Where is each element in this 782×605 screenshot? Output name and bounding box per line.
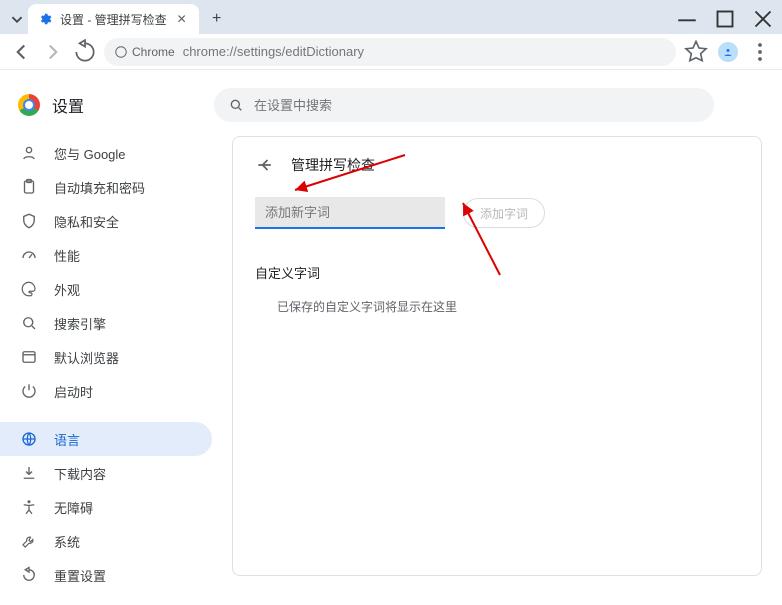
- search-icon: [228, 97, 244, 113]
- settings-search-input[interactable]: [254, 98, 700, 113]
- sidebar-item-clipboard[interactable]: 自动填充和密码: [0, 170, 212, 204]
- accessibility-icon: [20, 498, 38, 516]
- page-back-button[interactable]: [255, 155, 275, 175]
- sidebar-item-shield[interactable]: 隐私和安全: [0, 204, 212, 238]
- new-tab-button[interactable]: +: [205, 7, 229, 31]
- browser-icon: [20, 348, 38, 366]
- add-word-button[interactable]: 添加字词: [463, 198, 545, 228]
- palette-icon: [20, 280, 38, 298]
- page-title: 管理拼写检查: [291, 155, 375, 175]
- kebab-menu-icon[interactable]: [746, 38, 774, 66]
- sidebar-item-label: 自动填充和密码: [54, 178, 145, 197]
- sidebar-item-label: 性能: [54, 246, 80, 265]
- sidebar-item-label: 您与 Google: [54, 144, 126, 163]
- close-tab-icon[interactable]: ✕: [175, 12, 189, 26]
- maximize-button[interactable]: [706, 4, 744, 34]
- bookmark-star-icon[interactable]: [682, 38, 710, 66]
- sidebar-item-accessibility[interactable]: 无障碍: [0, 490, 212, 524]
- address-bar: Chrome chrome://settings/editDictionary: [0, 34, 782, 70]
- sidebar-item-label: 系统: [54, 532, 80, 551]
- avatar-icon: [718, 42, 738, 62]
- sidebar-item-label: 启动时: [54, 382, 93, 401]
- power-icon: [20, 382, 38, 400]
- speed-icon: [20, 246, 38, 264]
- sidebar-item-label: 外观: [54, 280, 80, 299]
- site-chip-label: Chrome: [132, 45, 175, 59]
- close-window-button[interactable]: [744, 4, 782, 34]
- settings-title: 设置: [52, 93, 84, 117]
- sidebar-item-label: 无障碍: [54, 498, 93, 517]
- download-icon: [20, 464, 38, 482]
- settings-search[interactable]: [214, 88, 714, 122]
- custom-words-label: 自定义字词: [255, 263, 739, 282]
- sidebar-item-download[interactable]: 下载内容: [0, 456, 212, 490]
- search-icon: [20, 314, 38, 332]
- reload-button[interactable]: [72, 39, 98, 65]
- person-icon: [20, 144, 38, 162]
- url-text: chrome://settings/editDictionary: [183, 44, 364, 59]
- browser-tab[interactable]: 设置 - 管理拼写检查 ✕: [28, 4, 199, 34]
- sidebar-item-label: 隐私和安全: [54, 212, 119, 231]
- window-titlebar: 设置 - 管理拼写检查 ✕ +: [0, 0, 782, 34]
- forward-button[interactable]: [40, 39, 66, 65]
- omnibox[interactable]: Chrome chrome://settings/editDictionary: [104, 38, 676, 66]
- sidebar-item-wrench[interactable]: 系统: [0, 524, 212, 558]
- back-button[interactable]: [8, 39, 34, 65]
- dictionary-card: 管理拼写检查 添加字词 自定义字词 已保存的自定义字词将显示在这里: [232, 136, 762, 576]
- settings-main: 管理拼写检查 添加字词 自定义字词 已保存的自定义字词将显示在这里: [212, 70, 782, 605]
- sidebar-item-reset[interactable]: 重置设置: [0, 558, 212, 592]
- sidebar-item-palette[interactable]: 外观: [0, 272, 212, 306]
- sidebar-item-speed[interactable]: 性能: [0, 238, 212, 272]
- reset-icon: [20, 566, 38, 584]
- sidebar-item-globe[interactable]: 语言: [0, 422, 212, 456]
- sidebar-item-search[interactable]: 搜索引擎: [0, 306, 212, 340]
- empty-message: 已保存的自定义字词将显示在这里: [255, 298, 739, 315]
- clipboard-icon: [20, 178, 38, 196]
- chrome-logo-icon: [18, 94, 40, 116]
- sidebar-item-label: 默认浏览器: [54, 348, 119, 367]
- settings-header: 设置: [0, 78, 782, 132]
- site-chip: Chrome: [114, 45, 175, 59]
- shield-icon: [20, 212, 38, 230]
- sidebar-item-browser[interactable]: 默认浏览器: [0, 340, 212, 374]
- sidebar-item-label: 语言: [54, 430, 80, 449]
- settings-sidebar: 您与 Google 自动填充和密码隐私和安全性能外观搜索引擎默认浏览器启动时 语言…: [0, 70, 212, 605]
- sidebar-item-label: 下载内容: [54, 464, 106, 483]
- wrench-icon: [20, 532, 38, 550]
- sidebar-item-label: 搜索引擎: [54, 314, 106, 333]
- add-word-input[interactable]: [255, 197, 445, 229]
- minimize-button[interactable]: [668, 4, 706, 34]
- profile-button[interactable]: [714, 38, 742, 66]
- gear-icon: [38, 12, 52, 26]
- sidebar-item-power[interactable]: 启动时: [0, 374, 212, 408]
- globe-icon: [20, 430, 38, 448]
- sidebar-item-person[interactable]: 您与 Google: [0, 136, 212, 170]
- sidebar-item-label: 重置设置: [54, 566, 106, 585]
- tab-dropdown[interactable]: [6, 5, 28, 33]
- tab-title: 设置 - 管理拼写检查: [60, 11, 167, 28]
